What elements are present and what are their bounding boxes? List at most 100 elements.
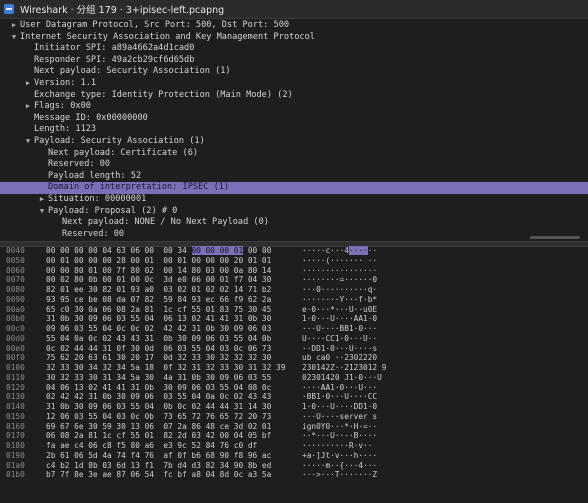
hex-bytes[interactable]: 55 04 0a 0c 02 43 43 31 0b 30 09 06 03 5… xyxy=(46,334,294,344)
hex-row[interactable]: 0110 30 32 33 30 31 34 5a 30 4a 31 0b 30 … xyxy=(0,373,588,383)
hex-ascii[interactable]: ·····(······· ·· xyxy=(294,256,377,266)
hex-row[interactable]: 0130 02 42 42 31 0b 30 09 06 03 55 04 0a … xyxy=(0,392,588,402)
selected-ascii[interactable]: ···· xyxy=(348,246,368,255)
hex-ascii[interactable]: ········Y···f·b* xyxy=(294,295,377,305)
expand-arrow-icon[interactable]: ▶ xyxy=(8,20,20,32)
hex-ascii[interactable]: ··*···U··-·B···· xyxy=(294,431,377,441)
hex-bytes[interactable]: 00 01 00 00 00 28 00 01 00 01 00 00 00 2… xyxy=(46,256,294,266)
hex-row[interactable]: 01a0 c4 b2 1d 8b 03 6d 13 f1 7b d4 d3 82 … xyxy=(0,461,588,471)
hex-bytes[interactable]: 00 00 80 01 00 7f 80 02 00 14 80 03 00 0… xyxy=(46,266,294,276)
expand-arrow-icon[interactable]: ▶ xyxy=(22,78,34,90)
hex-bytes[interactable]: 0c 02 44 44 31 0f 30 0d 06 03 55 04 03 0… xyxy=(46,344,294,354)
packet-details-tree[interactable]: ▶ User Datagram Protocol, Src Port: 500, … xyxy=(0,20,588,240)
hex-ascii[interactable]: ···0··········q· xyxy=(294,285,377,295)
hex-row[interactable]: 0190 2b 61 06 5d 4a 74 f4 76 af 0f b6 68 … xyxy=(0,451,588,461)
hex-bytes[interactable]: 00 00 00 00 04 63 06 00 00 34 00 00 00 0… xyxy=(46,246,294,256)
expand-arrow-icon[interactable]: ▶ xyxy=(36,194,48,206)
hex-ascii[interactable]: ·····c···4······ xyxy=(294,246,377,256)
hex-ascii[interactable]: U····CC1·0···U·· xyxy=(294,334,377,344)
hex-row[interactable]: 0060 00 00 80 01 00 7f 80 02 00 14 80 03 … xyxy=(0,266,588,276)
hex-bytes[interactable]: 00 02 80 0b 00 01 00 0c 3d e0 06 00 01 f… xyxy=(46,275,294,285)
hex-row[interactable]: 01b0 b7 7f 8e 3e ae 87 06 54 fc bf a8 04 … xyxy=(0,470,588,480)
hex-bytes[interactable]: 65 c0 30 0a 06 08 2a 81 1c cf 55 01 83 7… xyxy=(46,305,294,315)
hex-ascii[interactable]: ·BB1·0···U····CC xyxy=(294,392,377,402)
hex-bytes[interactable]: 31 0b 30 09 06 03 55 04 06 13 02 41 41 3… xyxy=(46,314,294,324)
selected-bytes[interactable]: 00 00 00 01 xyxy=(191,246,244,255)
tree-row[interactable]: Reserved: 00 xyxy=(0,159,588,171)
hex-row[interactable]: 0090 93 95 ce be 08 da 07 82 59 84 93 ec … xyxy=(0,295,588,305)
hex-ascii[interactable]: ···U····server s xyxy=(294,412,377,422)
hex-row[interactable]: 00a0 65 c0 30 0a 06 08 2a 81 1c cf 55 01 … xyxy=(0,305,588,315)
hex-row[interactable]: 0150 12 06 03 55 04 03 0c 0b 73 65 72 76 … xyxy=(0,412,588,422)
hex-bytes[interactable]: 09 06 03 55 04 0c 0c 02 42 42 31 0b 30 0… xyxy=(46,324,294,334)
tree-row[interactable]: ▶ User Datagram Protocol, Src Port: 500, … xyxy=(0,20,588,32)
hex-bytes[interactable]: 69 67 6e 30 59 30 13 06 07 2a 86 48 ce 3… xyxy=(46,422,294,432)
horizontal-scrollbar[interactable] xyxy=(530,236,580,239)
hex-ascii[interactable]: 1·0···U····DD1·0 xyxy=(294,402,377,412)
tree-row[interactable]: ▶ Flags: 0x00 xyxy=(0,101,588,113)
tree-row[interactable]: Next payload: Certificate (6) xyxy=(0,148,588,160)
hex-row[interactable]: 0140 31 0b 30 09 06 03 55 04 0b 0c 02 44 … xyxy=(0,402,588,412)
hex-row[interactable]: 0050 00 01 00 00 00 28 00 01 00 01 00 00 … xyxy=(0,256,588,266)
hex-bytes[interactable]: 32 33 30 34 32 34 5a 18 0f 32 31 32 33 3… xyxy=(46,363,294,373)
tree-row[interactable]: ▶ Version: 1.1 xyxy=(0,78,588,90)
hex-row[interactable]: 0040 00 00 00 00 04 63 06 00 00 34 00 00 … xyxy=(0,246,588,256)
tree-row[interactable]: ▼ Payload: Security Association (1) xyxy=(0,136,588,148)
hex-row[interactable]: 0070 00 02 80 0b 00 01 00 0c 3d e0 06 00 … xyxy=(0,275,588,285)
hex-row[interactable]: 0180 fa ae c4 06 c8 f5 80 a6 e3 9c 52 84 … xyxy=(0,441,588,451)
tree-row[interactable]: Domain of interpretation: IPSEC (1) xyxy=(0,182,588,194)
hex-bytes[interactable]: c4 b2 1d 8b 03 6d 13 f1 7b d4 d3 82 34 9… xyxy=(46,461,294,471)
hex-bytes[interactable]: 02 42 42 31 0b 30 09 06 03 55 04 0a 0c 0… xyxy=(46,392,294,402)
hex-bytes[interactable]: b7 7f 8e 3e ae 87 06 54 fc bf a8 04 8d 0… xyxy=(46,470,294,480)
hex-ascii[interactable]: ign0Y0···*·H·=·· xyxy=(294,422,377,432)
hex-row[interactable]: 0160 69 67 6e 30 59 30 13 06 07 2a 86 48 … xyxy=(0,422,588,432)
hex-row[interactable]: 00c0 09 06 03 55 04 0c 0c 02 42 42 31 0b … xyxy=(0,324,588,334)
hex-bytes[interactable]: 04 06 13 02 41 41 31 0b 30 09 06 03 55 0… xyxy=(46,383,294,393)
hex-row[interactable]: 0120 04 06 13 02 41 41 31 0b 30 09 06 03 … xyxy=(0,383,588,393)
tree-row[interactable]: Message ID: 0x00000000 xyxy=(0,113,588,125)
hex-ascii[interactable]: ········=······0 xyxy=(294,275,377,285)
tree-row[interactable]: Exchange type: Identity Protection (Main… xyxy=(0,90,588,102)
tree-row[interactable]: ▶ Situation: 00000001 xyxy=(0,194,588,206)
expand-arrow-icon[interactable]: ▶ xyxy=(22,101,34,113)
hex-bytes[interactable]: 93 95 ce be 08 da 07 82 59 84 93 ec 66 f… xyxy=(46,295,294,305)
collapse-arrow-icon[interactable]: ▼ xyxy=(36,206,48,218)
tree-row[interactable]: ▼ Payload: Proposal (2) # 0 xyxy=(0,206,588,218)
hex-ascii[interactable]: 1·0···U····AA1·0 xyxy=(294,314,377,324)
hex-bytes[interactable]: 75 62 20 63 61 30 20 17 0d 32 33 30 32 3… xyxy=(46,353,294,363)
hex-bytes[interactable]: 06 08 2a 81 1c cf 55 01 82 2d 03 42 00 0… xyxy=(46,431,294,441)
hex-ascii[interactable]: 230142Z··2123012 9 xyxy=(294,363,387,373)
hex-row[interactable]: 0100 32 33 30 34 32 34 5a 18 0f 32 31 32 … xyxy=(0,363,588,373)
hex-row[interactable]: 00f0 75 62 20 63 61 30 20 17 0d 32 33 30 … xyxy=(0,353,588,363)
hex-ascii[interactable]: ····AA1·0···U··· xyxy=(294,383,377,393)
tree-row[interactable]: Payload length: 52 xyxy=(0,171,588,183)
hex-row[interactable]: 00b0 31 0b 30 09 06 03 55 04 06 13 02 41 … xyxy=(0,314,588,324)
tree-row[interactable]: Length: 1123 xyxy=(0,124,588,136)
tree-row[interactable]: Reserved: 00 xyxy=(0,229,588,240)
hex-ascii[interactable]: ub ca0 ··2302220 xyxy=(294,353,377,363)
hex-row[interactable]: 00e0 0c 02 44 44 31 0f 30 0d 06 03 55 04 … xyxy=(0,344,588,354)
hex-ascii[interactable]: ···>···T·······Z xyxy=(294,470,377,480)
hex-row[interactable]: 0170 06 08 2a 81 1c cf 55 01 82 2d 03 42 … xyxy=(0,431,588,441)
tree-row[interactable]: Responder SPI: 49a2cb29cf6d65db xyxy=(0,55,588,67)
tree-row[interactable]: Next payload: NONE / No Next Payload (0) xyxy=(0,217,588,229)
hex-row[interactable]: 00d0 55 04 0a 0c 02 43 43 31 0b 30 09 06 … xyxy=(0,334,588,344)
collapse-arrow-icon[interactable]: ▼ xyxy=(22,136,34,148)
hex-bytes[interactable]: 31 0b 30 09 06 03 55 04 0b 0c 02 44 44 3… xyxy=(46,402,294,412)
hex-bytes[interactable]: 2b 61 06 5d 4a 74 f4 76 af 0f b6 68 90 f… xyxy=(46,451,294,461)
hex-row[interactable]: 0080 82 01 ee 30 82 01 93 a0 03 02 01 02 … xyxy=(0,285,588,295)
tree-row[interactable]: Initiator SPI: a89a4662a4d1cad0 xyxy=(0,43,588,55)
tree-row[interactable]: ▼ Internet Security Association and Key M… xyxy=(0,32,588,44)
hex-ascii[interactable]: ··········R·v·· xyxy=(294,441,372,451)
hex-ascii[interactable]: ···U····BB1·0··· xyxy=(294,324,377,334)
hex-ascii[interactable]: +a·]Jt·v···h···· xyxy=(294,451,377,461)
packet-bytes-pane[interactable]: 0040 00 00 00 00 04 63 06 00 00 34 00 00 … xyxy=(0,246,588,503)
hex-ascii[interactable]: ················ xyxy=(294,266,377,276)
hex-bytes[interactable]: 12 06 03 55 04 03 0c 0b 73 65 72 76 65 7… xyxy=(46,412,294,422)
hex-ascii[interactable]: ··DD1·0···U····s xyxy=(294,344,377,354)
hex-ascii[interactable]: e·0···*···U··u0E xyxy=(294,305,377,315)
hex-ascii[interactable]: ·····m··{···4··· xyxy=(294,461,377,471)
hex-bytes[interactable]: 82 01 ee 30 82 01 93 a0 03 02 01 02 02 1… xyxy=(46,285,294,295)
collapse-arrow-icon[interactable]: ▼ xyxy=(8,32,20,44)
hex-bytes[interactable]: fa ae c4 06 c8 f5 80 a6 e3 9c 52 84 76 c… xyxy=(46,441,294,451)
